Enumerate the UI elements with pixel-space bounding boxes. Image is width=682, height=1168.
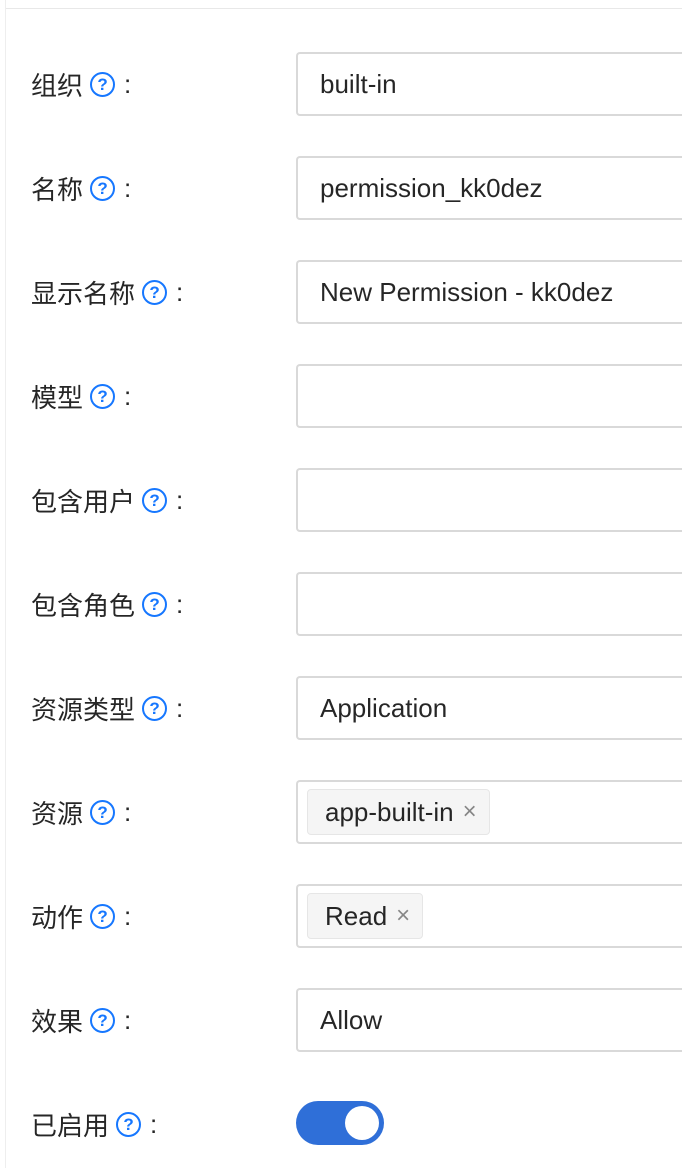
label-colon: :: [150, 1108, 158, 1139]
resources-label: 资源 ? :: [31, 780, 131, 844]
form-row-display-name: 显示名称 ? : New Permission - kk0dez: [0, 260, 682, 364]
label-colon: :: [124, 172, 132, 203]
form-row-organization: 组织 ? : built-in: [0, 52, 682, 156]
name-input[interactable]: permission_kk0dez: [296, 156, 682, 220]
action-tag: Read ×: [307, 893, 424, 939]
label-colon: :: [124, 796, 132, 827]
action-tag-label: Read: [325, 900, 388, 931]
actions-label: 动作 ? :: [31, 884, 131, 948]
permission-form: 组织 ? : built-in 名称 ? : permission_kk0dez…: [0, 52, 682, 1168]
sub-roles-label-text: 包含角色: [31, 590, 136, 621]
form-row-name: 名称 ? : permission_kk0dez: [0, 156, 682, 260]
question-circle-icon[interactable]: ?: [90, 1007, 116, 1033]
name-label-text: 名称: [31, 174, 84, 205]
model-label: 模型 ? :: [31, 364, 131, 428]
name-label: 名称 ? :: [31, 156, 131, 220]
sub-users-select[interactable]: [296, 468, 682, 532]
effect-select[interactable]: Allow: [296, 988, 682, 1052]
organization-label-text: 组织: [31, 70, 84, 101]
toggle-knob: [345, 1106, 379, 1140]
form-row-sub-users: 包含用户 ? :: [0, 468, 682, 572]
form-row-effect: 效果 ? : Allow: [0, 988, 682, 1092]
display-name-value: New Permission - kk0dez: [320, 276, 614, 307]
label-colon: :: [176, 588, 184, 619]
form-row-sub-roles: 包含角色 ? :: [0, 572, 682, 676]
close-icon[interactable]: ×: [396, 902, 410, 930]
actions-label-text: 动作: [31, 902, 84, 933]
model-select[interactable]: [296, 364, 682, 428]
resources-multiselect[interactable]: app-built-in ×: [296, 780, 682, 844]
question-circle-icon[interactable]: ?: [90, 175, 116, 201]
label-colon: :: [124, 1004, 132, 1035]
form-row-actions: 动作 ? : Read ×: [0, 884, 682, 988]
question-circle-icon[interactable]: ?: [90, 903, 116, 929]
model-label-text: 模型: [31, 382, 84, 413]
effect-label: 效果 ? :: [31, 988, 131, 1052]
label-colon: :: [124, 900, 132, 931]
question-circle-icon[interactable]: ?: [116, 1111, 142, 1137]
label-colon: :: [124, 380, 132, 411]
close-icon[interactable]: ×: [463, 798, 477, 826]
resource-tag: app-built-in ×: [307, 789, 490, 835]
form-row-model: 模型 ? :: [0, 364, 682, 468]
question-circle-icon[interactable]: ?: [142, 695, 168, 721]
resource-type-select[interactable]: Application: [296, 676, 682, 740]
effect-label-text: 效果: [31, 1006, 84, 1037]
resources-label-text: 资源: [31, 798, 84, 829]
enabled-label: 已启用 ? :: [31, 1092, 157, 1156]
question-circle-icon[interactable]: ?: [142, 487, 168, 513]
sub-roles-label: 包含角色 ? :: [31, 572, 183, 636]
sub-users-label-text: 包含用户: [31, 486, 136, 517]
question-circle-icon[interactable]: ?: [90, 383, 116, 409]
actions-multiselect[interactable]: Read ×: [296, 884, 682, 948]
resource-type-value: Application: [320, 692, 448, 723]
question-circle-icon[interactable]: ?: [142, 279, 168, 305]
resource-type-label-text: 资源类型: [31, 694, 136, 725]
organization-value: built-in: [320, 68, 397, 99]
organization-label: 组织 ? :: [31, 52, 131, 116]
form-row-enabled: 已启用 ? :: [0, 1092, 682, 1168]
name-value: permission_kk0dez: [320, 172, 543, 203]
label-colon: :: [124, 68, 132, 99]
organization-select[interactable]: built-in: [296, 52, 682, 116]
enabled-toggle[interactable]: [296, 1101, 384, 1145]
effect-value: Allow: [320, 1004, 383, 1035]
question-circle-icon[interactable]: ?: [90, 71, 116, 97]
resource-tag-label: app-built-in: [325, 796, 454, 827]
display-name-input[interactable]: New Permission - kk0dez: [296, 260, 682, 324]
permission-edit-form-page: 组织 ? : built-in 名称 ? : permission_kk0dez…: [0, 0, 682, 1168]
label-colon: :: [176, 484, 184, 515]
label-colon: :: [176, 692, 184, 723]
display-name-label-text: 显示名称: [31, 278, 136, 309]
question-circle-icon[interactable]: ?: [90, 799, 116, 825]
form-row-resources: 资源 ? : app-built-in ×: [0, 780, 682, 884]
form-row-resource-type: 资源类型 ? : Application: [0, 676, 682, 780]
sub-users-label: 包含用户 ? :: [31, 468, 183, 532]
sub-roles-select[interactable]: [296, 572, 682, 636]
resource-type-label: 资源类型 ? :: [31, 676, 183, 740]
enabled-label-text: 已启用: [31, 1110, 110, 1141]
label-colon: :: [176, 276, 184, 307]
question-circle-icon[interactable]: ?: [142, 591, 168, 617]
panel-top-edge: [6, 0, 682, 9]
display-name-label: 显示名称 ? :: [31, 260, 183, 324]
